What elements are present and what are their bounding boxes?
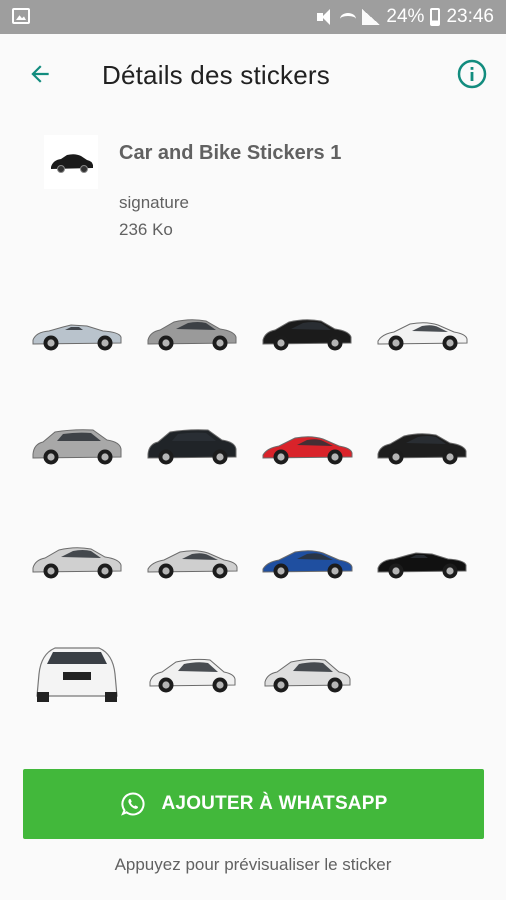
sticker-item[interactable] xyxy=(252,506,362,606)
sticker-item[interactable] xyxy=(137,506,247,606)
pack-car-icon xyxy=(51,154,93,173)
back-button[interactable] xyxy=(22,56,58,92)
car-sticker-icon xyxy=(147,429,237,465)
car-sticker-icon xyxy=(262,319,352,351)
sticker-item[interactable] xyxy=(252,278,362,378)
car-sticker-icon xyxy=(32,324,122,351)
car-sticker-icon xyxy=(147,319,237,351)
pack-size: 236 Ko xyxy=(119,220,173,239)
page-title: Détails des stickers xyxy=(102,60,330,90)
sticker-item[interactable] xyxy=(22,620,132,720)
pack-tray-icon xyxy=(44,135,98,189)
car-sticker-icon xyxy=(32,429,122,465)
clock: 23:46 xyxy=(446,6,494,27)
preview-hint: Appuyez pour prévisualiser le sticker xyxy=(114,855,392,874)
car-sticker-icon xyxy=(32,547,122,579)
sticker-item[interactable] xyxy=(22,506,132,606)
car-sticker-icon xyxy=(36,647,118,702)
info-icon xyxy=(457,59,487,89)
battery-icon xyxy=(430,8,441,26)
sticker-item[interactable] xyxy=(367,392,477,492)
toolbar: Détails des stickers xyxy=(0,34,506,116)
battery-percent: 24% xyxy=(386,6,425,27)
car-sticker-icon xyxy=(377,552,467,579)
whatsapp-icon xyxy=(120,792,145,816)
pack-name: Car and Bike Stickers 1 xyxy=(119,142,342,164)
info-button[interactable] xyxy=(456,58,488,90)
sticker-item[interactable] xyxy=(137,278,247,378)
signal-icon xyxy=(362,9,381,25)
car-sticker-icon xyxy=(377,322,468,351)
car-sticker-icon xyxy=(377,433,467,465)
sticker-item[interactable] xyxy=(367,278,477,378)
add-button-label: AJOUTER À WHATSAPP xyxy=(161,793,388,814)
sticker-item[interactable] xyxy=(22,392,132,492)
gallery-notification-icon xyxy=(12,8,30,24)
car-sticker-icon xyxy=(262,550,353,579)
sticker-item[interactable] xyxy=(252,620,362,720)
arrow-left-icon xyxy=(31,65,49,83)
wifi-icon xyxy=(340,13,357,25)
car-sticker-icon xyxy=(147,550,238,579)
sticker-item[interactable] xyxy=(367,506,477,606)
sticker-item[interactable] xyxy=(137,620,247,720)
car-sticker-icon xyxy=(264,658,351,693)
sticker-item[interactable] xyxy=(22,278,132,378)
sticker-item[interactable] xyxy=(252,392,362,492)
status-bar: 24% 23:46 xyxy=(0,0,506,34)
mute-icon xyxy=(316,8,334,26)
add-to-whatsapp-button[interactable]: AJOUTER À WHATSAPP xyxy=(23,769,484,839)
car-sticker-icon xyxy=(262,436,353,465)
pack-author: signature xyxy=(119,193,189,212)
car-sticker-icon xyxy=(149,658,236,693)
sticker-item[interactable] xyxy=(137,392,247,492)
